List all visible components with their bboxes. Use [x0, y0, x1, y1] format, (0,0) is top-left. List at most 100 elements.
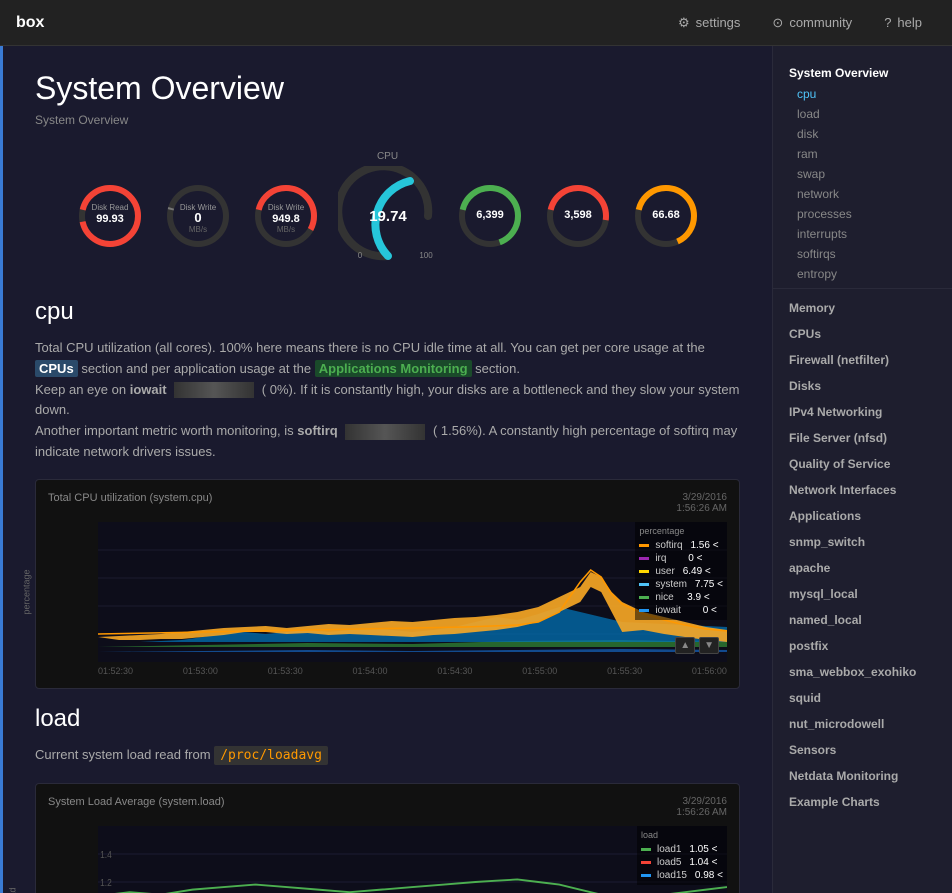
softirq-pre: Another important metric worth monitorin… — [35, 423, 297, 438]
system-color — [639, 583, 649, 586]
load-legend-header: load — [641, 830, 723, 840]
gauge-disk-read-svg: Disk Read 99.93 — [74, 180, 146, 252]
nice-name: nice — [655, 592, 673, 603]
iowait-legend-val: 0 < — [687, 605, 717, 616]
svg-text:949.8: 949.8 — [272, 213, 300, 225]
sidebar-item-swap[interactable]: swap — [773, 164, 952, 184]
sidebar-disks[interactable]: Disks — [773, 371, 952, 397]
user-legend-val: 6.49 < — [681, 566, 711, 577]
cpu-y-label: percentage — [22, 569, 32, 614]
sidebar-cpus[interactable]: CPUs — [773, 319, 952, 345]
cpus-link[interactable]: CPUs — [35, 360, 78, 377]
gauge-6668: 66.68 — [630, 180, 702, 252]
sidebar-example-charts[interactable]: Example Charts — [773, 787, 952, 813]
load-y-label: load — [8, 887, 18, 893]
sidebar-system-overview[interactable]: System Overview — [773, 58, 952, 84]
page-title: System Overview — [35, 70, 740, 107]
cpu-x-0: 01:52:30 — [98, 666, 133, 676]
gauge-949: Disk Write 949.8 MB/s — [250, 180, 322, 252]
cpu-x-5: 01:55:00 — [522, 666, 557, 676]
sidebar-qos[interactable]: Quality of Service — [773, 449, 952, 475]
cpu-chart-wrapper: percentage — [48, 522, 727, 662]
load-chart-title: System Load Average (system.load) — [48, 796, 225, 808]
sidebar-sensors[interactable]: Sensors — [773, 735, 952, 761]
sidebar-ipv4[interactable]: IPv4 Networking — [773, 397, 952, 423]
sidebar: System Overview cpu load disk ram swap n… — [772, 46, 952, 893]
expand-down-btn[interactable]: ▼ — [699, 637, 719, 654]
sidebar-sma[interactable]: sma_webbox_exohiko — [773, 657, 952, 683]
svg-text:MB/s: MB/s — [188, 225, 206, 234]
load1-color — [641, 848, 651, 851]
sidebar-item-ram[interactable]: ram — [773, 144, 952, 164]
svg-text:1.2: 1.2 — [100, 877, 112, 888]
sidebar-squid[interactable]: squid — [773, 683, 952, 709]
gauge-3598: 3,598 — [542, 180, 614, 252]
svg-text:6,399: 6,399 — [476, 209, 504, 221]
load5-val: 1.04 < — [687, 857, 717, 868]
cpu-metrics-label: CPU — [35, 151, 740, 162]
cpu-chart-area: percentage softirq 1.56 < irq 0 < — [98, 522, 727, 662]
legend-iowait: iowait 0 < — [639, 605, 723, 616]
irq-name: irq — [655, 553, 666, 564]
help-nav-link[interactable]: ? help — [870, 9, 936, 37]
svg-text:Disk Read: Disk Read — [91, 203, 128, 212]
svg-text:MB/s: MB/s — [276, 225, 294, 234]
gauge-3598-svg: 3,598 — [542, 180, 614, 252]
sidebar-memory[interactable]: Memory — [773, 293, 952, 319]
softirq-name: softirq — [655, 540, 682, 551]
apps-link[interactable]: Applications Monitoring — [315, 360, 472, 377]
load-chart-timestamp: 3/29/20161:56:26 AM — [676, 796, 727, 818]
nice-legend-val: 3.9 < — [680, 592, 710, 603]
system-name: system — [655, 579, 687, 590]
legend-system: system 7.75 < — [639, 579, 723, 590]
svg-text:100: 100 — [419, 251, 433, 260]
cpu-desc-1: Total CPU utilization (all cores). 100% … — [35, 340, 705, 355]
main-layout: System Overview System Overview CPU Disk… — [0, 46, 952, 893]
expand-up-btn[interactable]: ▲ — [675, 637, 695, 654]
cpu-x-6: 01:55:30 — [607, 666, 642, 676]
sidebar-named[interactable]: named_local — [773, 605, 952, 631]
sidebar-item-cpu[interactable]: cpu — [773, 84, 952, 104]
sidebar-network-interfaces[interactable]: Network Interfaces — [773, 475, 952, 501]
sidebar-mysql[interactable]: mysql_local — [773, 579, 952, 605]
help-icon: ? — [884, 15, 891, 30]
sidebar-firewall[interactable]: Firewall (netfilter) — [773, 345, 952, 371]
cpu-chart-timestamp: 3/29/20161:56:26 AM — [676, 492, 727, 514]
sidebar-item-softirqs[interactable]: softirqs — [773, 244, 952, 264]
sidebar-postfix[interactable]: postfix — [773, 631, 952, 657]
sidebar-file-server[interactable]: File Server (nfsd) — [773, 423, 952, 449]
irq-legend-val: 0 < — [672, 553, 702, 564]
svg-text:1.4: 1.4 — [100, 849, 112, 860]
proc-loadavg-link[interactable]: /proc/loadavg — [214, 746, 328, 765]
sidebar-item-load[interactable]: load — [773, 104, 952, 124]
nav-links: ⚙ settings ⊙ community ? help — [664, 9, 936, 37]
gauge-disk-read: Disk Read 99.93 — [74, 180, 146, 252]
iowait-spark — [174, 382, 254, 398]
load1-val: 1.05 < — [687, 844, 717, 855]
sidebar-snmp[interactable]: snmp_switch — [773, 527, 952, 553]
legend-irq: irq 0 < — [639, 553, 723, 564]
sidebar-applications[interactable]: Applications — [773, 501, 952, 527]
legend-nice: nice 3.9 < — [639, 592, 723, 603]
settings-nav-link[interactable]: ⚙ settings — [664, 9, 754, 37]
softirq-color — [639, 544, 649, 547]
sidebar-item-entropy[interactable]: entropy — [773, 264, 952, 284]
load5-name: load5 — [657, 857, 681, 868]
user-color — [639, 570, 649, 573]
sidebar-item-interrupts[interactable]: interrupts — [773, 224, 952, 244]
sidebar-item-disk[interactable]: disk — [773, 124, 952, 144]
sidebar-nut[interactable]: nut_microdowell — [773, 709, 952, 735]
load1-name: load1 — [657, 844, 681, 855]
community-nav-link[interactable]: ⊙ community — [758, 9, 866, 37]
sidebar-item-processes[interactable]: processes — [773, 204, 952, 224]
load15-name: load15 — [657, 870, 687, 881]
sidebar-item-network[interactable]: network — [773, 184, 952, 204]
sidebar-netdata[interactable]: Netdata Monitoring — [773, 761, 952, 787]
gauge-disk-write-0-svg: Disk Write 0 MB/s — [162, 180, 234, 252]
load-legend: load load1 1.05 < load5 1.04 < — [637, 826, 727, 885]
load15-color — [641, 874, 651, 877]
cpu-x-4: 01:54:30 — [437, 666, 472, 676]
load-desc: Current system load read from /proc/load… — [35, 745, 740, 767]
gauge-6668-svg: 66.68 — [630, 180, 702, 252]
sidebar-apache[interactable]: apache — [773, 553, 952, 579]
